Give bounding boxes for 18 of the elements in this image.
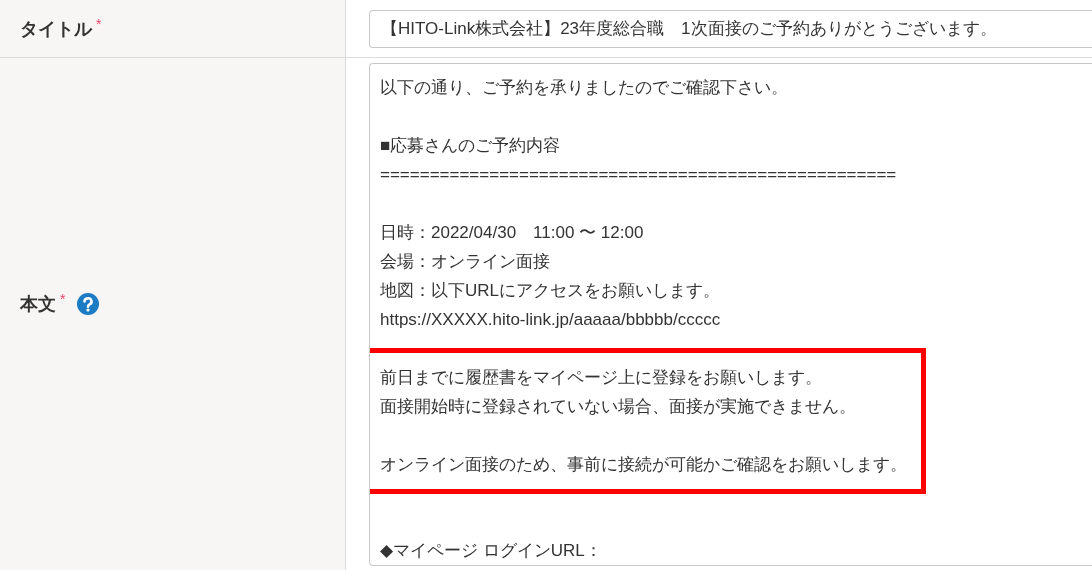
body-text-line: 地図：以下URLにアクセスをお願いします。 (380, 280, 720, 302)
body-text-line: 前日までに履歴書をマイページ上に登録をお願いします。 (380, 367, 822, 389)
body-text-line: ◆マイページ ログインURL： (380, 540, 602, 562)
required-mark: * (96, 15, 102, 32)
body-text-line: ■応募さんのご予約内容 (380, 135, 561, 157)
body-text-line: 日時：2022/04/30 11:00 〜 12:00 (380, 222, 644, 244)
body-text-line: オンライン面接のため、事前に接続が可能かご確認をお願いします。 (380, 454, 907, 476)
body-text-line: https://XXXXX.hito-link.jp/aaaaa/bbbbb/ccccc (380, 309, 721, 331)
title-field[interactable]: 【HITO-Link株式会社】23年度総合職 1次面接のご予約ありがとうございます。 (369, 9, 1092, 48)
body-text-line: 会場：オンライン面接 (380, 251, 550, 273)
body-text-line: ==================================================== (380, 164, 897, 186)
field-label: 本文 (20, 293, 56, 316)
help-icon[interactable] (77, 293, 100, 315)
field-label: タイトル (20, 17, 92, 41)
required-mark: * (60, 291, 66, 307)
body-text-line: 面接開始時に登録されていない場合、面接が実施できません。 (380, 396, 856, 418)
body-text-area[interactable] (369, 63, 1092, 566)
body-text-line: 以下の通り、ご予約を承りましたのでご確認下さい。 (380, 77, 788, 99)
